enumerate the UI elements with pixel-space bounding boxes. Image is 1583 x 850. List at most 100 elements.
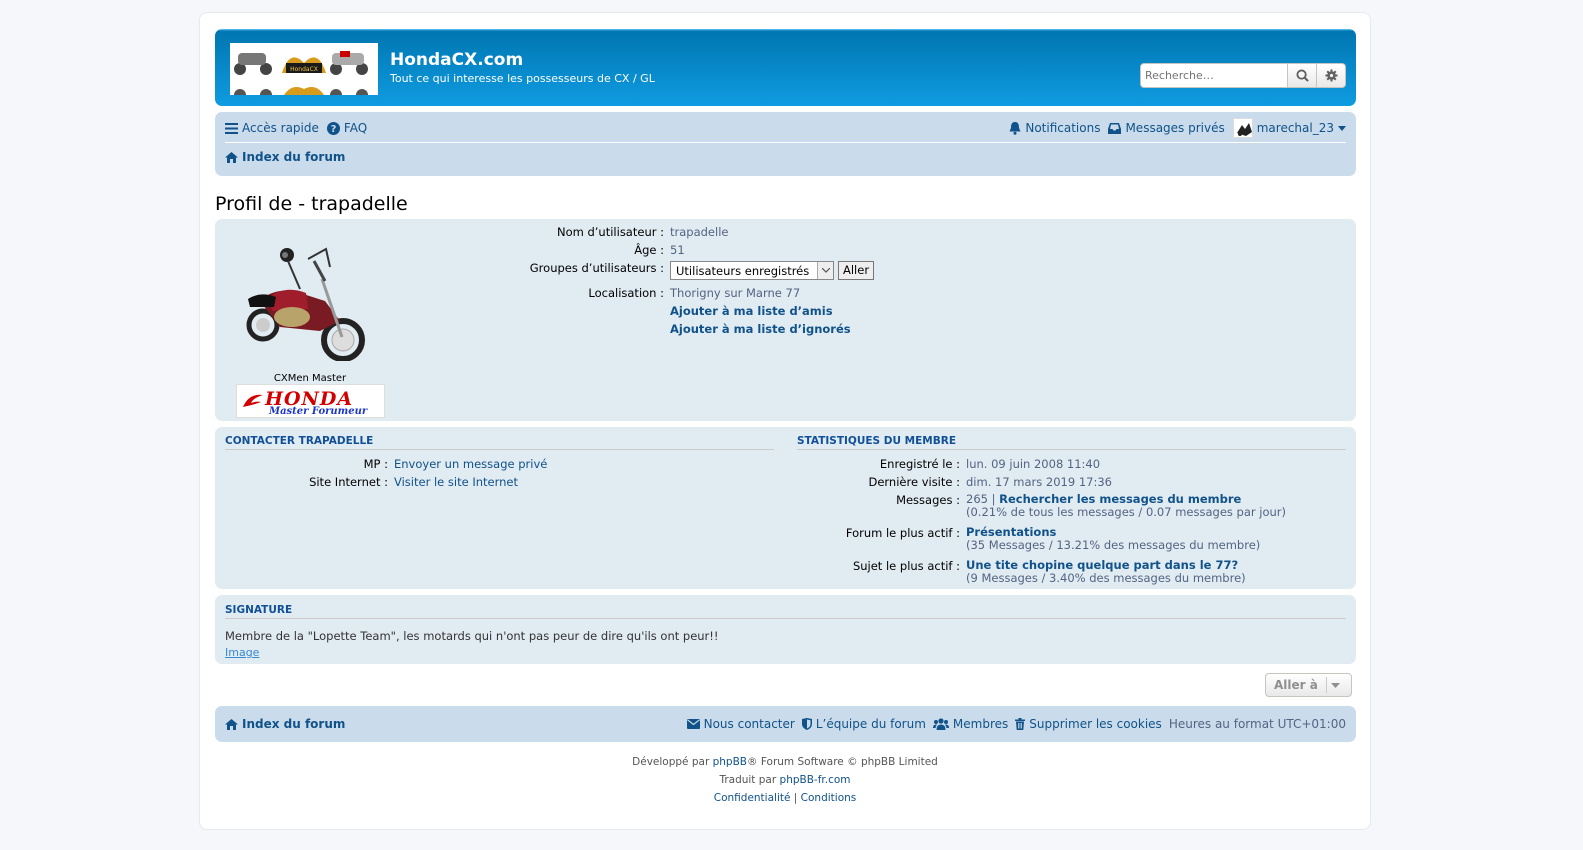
- breadcrumb-index: Index du forum: [242, 150, 346, 164]
- posts-label: Messages :: [896, 493, 960, 507]
- signature-text: Membre de la "Lopette Team", les motards…: [225, 629, 719, 643]
- groups-select[interactable]: Utilisateurs enregistrés: [670, 261, 834, 280]
- stats-details: Enregistré le : lun. 09 juin 2008 11:40 D…: [797, 455, 1286, 585]
- site-description: Tout ce qui interesse les possesseurs de…: [390, 72, 655, 85]
- delete-cookies-label: Supprimer les cookies: [1029, 717, 1162, 731]
- jumpbox-button[interactable]: Aller à: [1265, 673, 1352, 697]
- question-circle-icon: ?: [326, 121, 340, 135]
- legal-links: Confidentialité | Conditions: [200, 789, 1370, 807]
- translated-prefix: Traduit par: [719, 774, 777, 786]
- users-icon: [932, 718, 949, 730]
- terms-link[interactable]: Conditions: [801, 792, 857, 804]
- header-bar: HondaCX HondaCX.com Tout ce qui interess…: [215, 29, 1356, 106]
- search-button[interactable]: [1288, 63, 1317, 88]
- active-topic-detail: (9 Messages / 3.40% des messages du memb…: [966, 571, 1246, 585]
- location-value: Thorigny sur Marne 77: [670, 286, 801, 300]
- chevron-down-icon: [817, 262, 833, 279]
- legal-separator: |: [793, 792, 798, 804]
- add-friend-link[interactable]: Ajouter à ma liste d’amis: [670, 304, 833, 318]
- powered-prefix: Développé par: [632, 756, 710, 768]
- quick-access-menu[interactable]: Accès rapide: [225, 121, 319, 135]
- contact-us-label: Nous contacter: [703, 717, 795, 731]
- user-avatar: [1232, 118, 1253, 138]
- active-forum-detail: (35 Messages / 13.21% des messages du me…: [966, 538, 1261, 552]
- home-icon: [225, 151, 238, 163]
- powered-by: Développé par phpBB® Forum Software © ph…: [200, 753, 1370, 771]
- signature-heading: Signature: [225, 604, 1346, 619]
- active-topic-link[interactable]: Une tite chopine quelque part dans le 77…: [966, 558, 1238, 572]
- private-messages-label: Messages privés: [1125, 121, 1225, 135]
- posts-detail: (0.21% de tous les messages / 0.07 messa…: [966, 505, 1287, 519]
- groups-go-button[interactable]: Aller: [838, 261, 875, 280]
- joined-value: lun. 09 juin 2008 11:40: [966, 457, 1101, 471]
- notifications-link[interactable]: Notifications: [1009, 121, 1100, 135]
- breadcrumb[interactable]: Index du forum: [225, 150, 345, 164]
- phpbb-fr-link[interactable]: phpBB-fr.com: [780, 774, 851, 786]
- svg-text:?: ?: [330, 124, 336, 135]
- active-forum-link[interactable]: Présentations: [966, 525, 1056, 539]
- stats-heading: Statistiques du membre: [797, 435, 1346, 450]
- home-icon: [225, 718, 238, 730]
- profile-panel: CXMen Master HONDA Master Forumeur Nom d…: [215, 219, 1356, 421]
- groups-label: Groupes d’utilisateurs :: [529, 261, 664, 275]
- timezone-text: Heures au format UTC+01:00: [1168, 717, 1346, 731]
- user-menu[interactable]: marechal_23: [1232, 118, 1346, 138]
- search-input[interactable]: [1140, 63, 1288, 88]
- send-pm-link[interactable]: Envoyer un message privé: [394, 457, 547, 471]
- navbar: Accès rapide ? FAQ Notifications Message…: [215, 112, 1356, 176]
- groups-control: Utilisateurs enregistrés Aller: [670, 259, 875, 280]
- add-foe-link[interactable]: Ajouter à ma liste d’ignorés: [670, 322, 851, 336]
- members-label: Membres: [952, 717, 1009, 731]
- location-label: Localisation :: [588, 286, 664, 300]
- caret-down-icon: [1325, 677, 1340, 693]
- gear-icon: [1324, 69, 1338, 82]
- contact-us-link[interactable]: Nous contacter: [686, 717, 795, 731]
- advanced-search-button[interactable]: [1317, 63, 1346, 88]
- age-label: Âge :: [634, 243, 664, 257]
- envelope-icon: [686, 719, 700, 729]
- delete-cookies-link[interactable]: Supprimer les cookies: [1015, 717, 1162, 731]
- signature-panel: Signature Membre de la "Lopette Team", l…: [215, 595, 1356, 664]
- faq-label: FAQ: [343, 121, 368, 135]
- footer-index-label: Index du forum: [242, 717, 346, 731]
- rank-title: CXMen Master: [273, 373, 347, 384]
- rank-image: HONDA Master Forumeur: [236, 384, 385, 418]
- username-label: marechal_23: [1256, 121, 1334, 135]
- team-label: L’équipe du forum: [815, 717, 926, 731]
- footer-navbar: Index du forum Nous contacter L’équipe d…: [215, 706, 1356, 742]
- contact-details: MP : Envoyer un message privé Site Intern…: [225, 455, 547, 491]
- age-value: 51: [670, 243, 685, 257]
- private-messages-link[interactable]: Messages privés: [1108, 121, 1225, 135]
- team-link[interactable]: L’équipe du forum: [801, 717, 926, 731]
- search-box: [1140, 63, 1346, 88]
- notifications-label: Notifications: [1025, 121, 1101, 135]
- rank-image-subtext: Master Forumeur: [269, 406, 368, 417]
- contact-heading: Contacter trapadelle: [225, 435, 774, 450]
- site-logo[interactable]: HondaCX: [230, 43, 378, 95]
- page-title: Profil de - trapadelle: [215, 193, 408, 215]
- phpbb-link[interactable]: phpBB: [713, 756, 747, 768]
- signature-image-link[interactable]: Image: [225, 646, 259, 659]
- page-wrap: HondaCX HondaCX.com Tout ce qui interess…: [199, 12, 1371, 830]
- translated-by: Traduit par phpBB-fr.com: [200, 771, 1370, 789]
- groups-select-value: Utilisateurs enregistrés: [676, 263, 810, 278]
- members-link[interactable]: Membres: [932, 717, 1009, 731]
- active-topic-label: Sujet le plus actif :: [852, 559, 960, 573]
- posts-count: 265: [966, 492, 988, 506]
- hamburger-icon: [225, 122, 238, 134]
- shield-icon: [801, 718, 812, 730]
- wing-logo-icon: [243, 394, 263, 407]
- privacy-link[interactable]: Confidentialité: [714, 792, 791, 804]
- faq-link[interactable]: ? FAQ: [326, 121, 368, 135]
- last-visit-value: dim. 17 mars 2019 17:36: [966, 475, 1112, 489]
- footer-index-link[interactable]: Index du forum: [225, 717, 345, 731]
- inbox-icon: [1108, 122, 1122, 134]
- svg-text:HondaCX: HondaCX: [290, 66, 318, 73]
- last-visit-label: Dernière visite :: [868, 475, 960, 489]
- site-title[interactable]: HondaCX.com: [390, 50, 523, 70]
- posts-separator: |: [991, 492, 996, 506]
- search-user-posts-link[interactable]: Rechercher les messages du membre: [999, 492, 1241, 506]
- username-field-value: trapadelle: [670, 225, 729, 239]
- navbar-divider: [225, 142, 1346, 143]
- website-link[interactable]: Visiter le site Internet: [394, 475, 518, 489]
